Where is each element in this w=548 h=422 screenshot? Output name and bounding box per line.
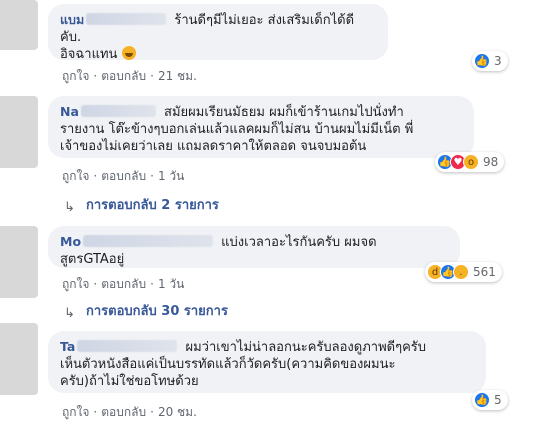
reaction-count: 561	[473, 265, 496, 279]
comment-text: อิจฉาแทน	[60, 47, 118, 62]
replies-label[interactable]: การตอบกลับ 2 รายการ	[86, 194, 219, 215]
avatar[interactable]	[0, 226, 38, 298]
redacted-name	[77, 340, 178, 352]
avatar[interactable]	[0, 0, 38, 50]
avatar[interactable]	[0, 323, 38, 395]
comment-text: รายงาน โต๊ะข้างๆบอกเล่นแล้วแลคผมก็ไม่สน …	[60, 122, 414, 137]
view-replies-link[interactable]: ↳ การตอบกลับ 30 รายการ	[64, 300, 228, 321]
redacted-name	[83, 235, 214, 247]
timestamp[interactable]: 1 วัน	[158, 169, 184, 183]
comment-text: แบ่งเวลาอะไรกันครับ ผมจด	[221, 235, 377, 250]
comment-actions: ถูกใจ · ตอบกลับ · 20 ชม.	[62, 405, 197, 419]
comment-text: ผมว่าเขาไม่น่าลอกนะครับลองดูภาพดีๆครับ	[185, 340, 427, 355]
comment-actions: ถูกใจ · ตอบกลับ · 1 วัน	[62, 277, 185, 291]
comment-bubble: แบม ร้านดีๆมีไม่เยอะ ส่งเสริมเด็กได้ดี ค…	[48, 4, 388, 62]
grin-emoji-icon	[121, 46, 136, 60]
comment-text: สมัยผมเรียนมัธยม ผมก็เข้าร้านเกมไปนั่งทำ	[164, 105, 404, 120]
reaction-summary[interactable]: 👍 3	[472, 51, 508, 71]
comment-actions: ถูกใจ · ตอบกลับ · 1 วัน	[62, 169, 185, 183]
timestamp[interactable]: 21 ชม.	[158, 69, 197, 83]
comment-bubble: Ta ผมว่าเขาไม่น่าลอกนะครับลองดูภาพดีๆครั…	[48, 331, 486, 393]
comment-author[interactable]: แบม	[60, 12, 84, 27]
view-replies-link[interactable]: ↳ การตอบกลับ 2 รายการ	[64, 194, 219, 215]
like-icon: 👍	[474, 53, 490, 69]
reply-arrow-icon: ↳	[64, 305, 75, 321]
timestamp[interactable]: 20 ชม.	[158, 405, 197, 419]
reaction-count: 5	[494, 393, 502, 407]
comment-actions: ถูกใจ · ตอบกลับ · 21 ชม.	[62, 69, 197, 83]
reaction-count: 98	[483, 155, 499, 169]
reaction-summary[interactable]: 👍 5	[472, 390, 508, 410]
reply-arrow-icon: ↳	[64, 199, 75, 215]
comment-author[interactable]: Mo	[60, 234, 81, 249]
reply-link[interactable]: ตอบกลับ	[101, 277, 146, 291]
like-link[interactable]: ถูกใจ	[62, 169, 89, 183]
reply-link[interactable]: ตอบกลับ	[101, 69, 146, 83]
comment-text: ครับ)ถ้าไม่ใช่ขอโทษด้วย	[60, 374, 199, 389]
redacted-name	[86, 13, 167, 25]
avatar[interactable]	[0, 96, 38, 168]
like-icon: 👍	[474, 392, 490, 408]
comment-text: เห็นตัวหนังสือแค่เป็นบรรทัดแล้วก็วัดครับ…	[60, 357, 396, 372]
redacted-name	[80, 105, 156, 117]
reaction-summary[interactable]: d 👍 . 561	[425, 262, 502, 282]
like-link[interactable]: ถูกใจ	[62, 277, 89, 291]
comment-bubble: Na สมัยผมเรียนมัธยม ผมก็เข้าร้านเกมไปนั่…	[48, 96, 474, 158]
comment-author[interactable]: Na	[60, 104, 79, 119]
reply-link[interactable]: ตอบกลับ	[101, 405, 146, 419]
reaction-summary[interactable]: 👍 ♥ o 98	[435, 152, 505, 172]
wow-icon: o	[463, 154, 479, 170]
sad-icon: .	[453, 264, 469, 280]
like-link[interactable]: ถูกใจ	[62, 405, 89, 419]
replies-label[interactable]: การตอบกลับ 30 รายการ	[86, 300, 228, 321]
comment-text: เจ้าของไม่เคยว่าเลย แถมลดราคาให้ตลอด จนจ…	[60, 139, 367, 154]
reaction-count: 3	[494, 54, 502, 68]
timestamp[interactable]: 1 วัน	[158, 277, 184, 291]
like-link[interactable]: ถูกใจ	[62, 69, 89, 83]
comment-bubble: Mo แบ่งเวลาอะไรกันครับ ผมจด สูตรGTAอยู่	[48, 226, 460, 268]
comment-text: สูตรGTAอยู่	[60, 252, 125, 267]
reply-link[interactable]: ตอบกลับ	[101, 169, 146, 183]
comment-author[interactable]: Ta	[60, 339, 75, 354]
